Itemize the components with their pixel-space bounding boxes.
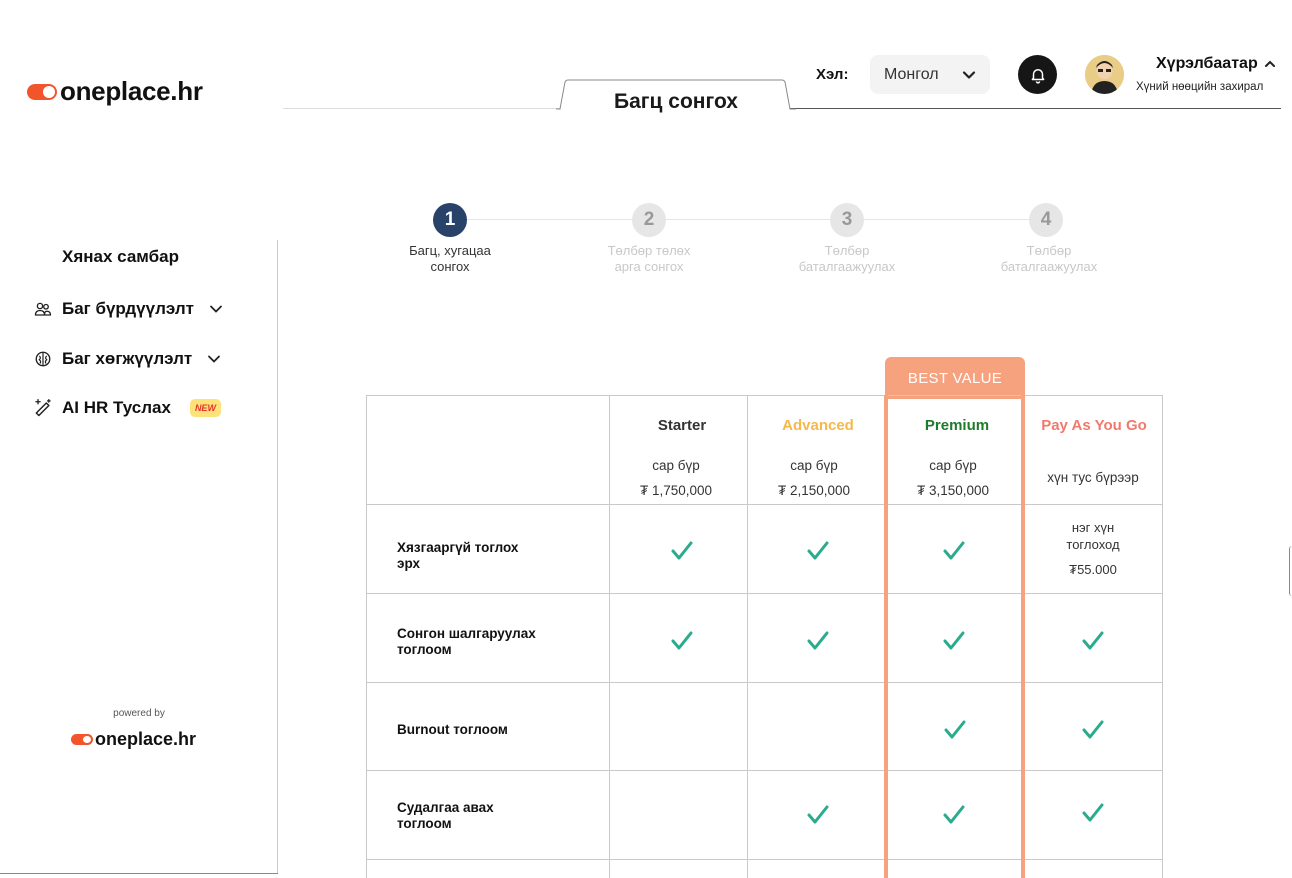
sidebar-item-team-development[interactable]: Баг хөгжүүлэлт — [33, 349, 221, 369]
step-3-label: Төлбөр баталгаажуулах — [772, 243, 922, 275]
plan-price: ₮ 3,150,000 — [916, 483, 990, 498]
chevron-down-icon — [208, 355, 221, 363]
feature-label: Сонгон шалгаруулах тоглоом — [397, 626, 536, 657]
sidebar-item-team-building[interactable]: Баг бүрдүүлэлт — [33, 299, 223, 319]
table-row-divider — [366, 593, 1163, 594]
plan-period: хүн тус бүрээр — [1047, 470, 1139, 485]
feature-label: Burnout тоглоом — [397, 722, 508, 737]
footer-logo-text: oneplace.hr — [95, 729, 197, 749]
check-icon — [807, 631, 829, 650]
footer-logo: oneplace.hr — [71, 729, 196, 750]
plan-name: Pay As You Go — [1041, 417, 1147, 434]
sidebar-item-label: Баг бүрдүүлэлт — [62, 299, 194, 318]
best-value-badge: BEST VALUE — [885, 357, 1025, 399]
user-menu-toggle[interactable]: Хүрэлбаатар — [1156, 55, 1276, 73]
step-label-line: Төлбөр төлөх — [607, 243, 691, 258]
chevron-down-icon — [962, 70, 976, 79]
step-label-line: Төлбөр — [1026, 243, 1072, 258]
rate-text-line: тоглоход — [1066, 537, 1120, 552]
header-divider-right — [790, 108, 1281, 109]
step-2-label: Төлбөр төлөх арга сонгох — [574, 243, 724, 275]
feature-label: Хязгааргүй тоглох эрх — [397, 540, 519, 571]
check-icon — [1082, 803, 1104, 822]
step-4-label: Төлбөр баталгаажуулах — [974, 243, 1124, 275]
step-4-circle[interactable]: 4 — [1029, 203, 1063, 237]
step-3-circle[interactable]: 3 — [830, 203, 864, 237]
plan-period: сар бүр — [790, 458, 838, 473]
plan-price: ₮ 1,750,000 — [639, 483, 713, 498]
sidebar-item-label: Баг хөгжүүлэлт — [62, 349, 193, 368]
page-title: Багц сонгох — [614, 90, 738, 113]
logo-toggle-icon — [71, 734, 93, 745]
table-row-divider — [366, 682, 1163, 683]
logo-toggle-icon — [27, 83, 57, 100]
plan-name: Premium — [924, 417, 990, 434]
sidebar-divider — [277, 240, 278, 874]
notifications-button[interactable] — [1018, 55, 1057, 94]
avatar[interactable] — [1085, 55, 1124, 94]
bell-icon — [1031, 68, 1044, 84]
step-label-line: Төлбөр — [824, 243, 870, 258]
logo-text: oneplace.hr — [60, 76, 203, 106]
table-border-top — [366, 395, 1163, 396]
check-icon — [943, 805, 965, 824]
team-icon — [33, 299, 53, 319]
step-2-circle[interactable]: 2 — [632, 203, 666, 237]
plan-price: ₮ 2,150,000 — [777, 483, 851, 498]
step-label-line: арга сонгох — [614, 259, 684, 274]
stepper-connector — [666, 219, 830, 220]
step-label-line: сонгох — [430, 259, 470, 274]
rate-price: ₮55.000 — [1069, 562, 1117, 577]
step-1-circle[interactable]: 1 — [433, 203, 467, 237]
premium-highlight-border — [1021, 395, 1025, 878]
step-label-line: баталгаажуулах — [1000, 259, 1098, 274]
table-row-divider — [366, 770, 1163, 771]
sidebar-item-ai-hr-assistant[interactable]: AI HR Туслах NEW — [33, 398, 221, 418]
brain-icon — [33, 349, 53, 369]
check-icon — [671, 631, 693, 650]
stepper-connector — [467, 219, 632, 220]
check-icon — [944, 720, 966, 739]
user-avatar-image — [1085, 55, 1124, 94]
sidebar-item-dashboard[interactable]: Хянах самбар — [62, 247, 179, 267]
step-label-line: баталгаажуулах — [798, 259, 896, 274]
check-icon — [943, 541, 965, 560]
feature-label: Судалгаа авах тоглоом — [397, 800, 494, 831]
pricing-table: Starter сар бүр ₮ 1,750,000 Advanced сар… — [366, 395, 1163, 878]
rate-text-line: нэг хүн — [1071, 520, 1115, 535]
plan-name: Advanced — [782, 417, 854, 434]
check-icon — [943, 631, 965, 650]
language-value: Монгол — [884, 65, 939, 83]
check-icon — [807, 805, 829, 824]
plan-name: Starter — [657, 417, 707, 434]
magic-wand-icon — [33, 398, 53, 418]
table-border-left — [366, 395, 367, 878]
pay-as-you-go-rate: нэг хүн тоглоход ₮55.000 — [1025, 519, 1161, 578]
table-row-divider — [366, 504, 1163, 505]
user-role: Хүний нөөцийн захирал — [1136, 81, 1264, 93]
plan-period: сар бүр — [929, 458, 977, 473]
chevron-down-icon — [210, 305, 222, 313]
check-icon — [1082, 720, 1104, 739]
plan-period: сар бүр — [652, 458, 700, 473]
check-icon — [807, 541, 829, 560]
check-icon — [671, 541, 693, 560]
language-select[interactable]: Монгол — [870, 55, 990, 94]
stepper-connector — [864, 219, 1029, 220]
language-label: Хэл: — [816, 66, 849, 83]
table-border-right — [1162, 395, 1163, 878]
table-row-divider — [366, 859, 1163, 860]
sidebar-bottom-border — [0, 873, 278, 874]
powered-by-label: powered by — [113, 708, 165, 719]
premium-highlight-border — [884, 395, 888, 878]
step-1-label: Багц, хугацаа сонгох — [375, 243, 525, 275]
step-label-line: Багц, хугацаа — [409, 243, 491, 258]
chevron-up-icon — [1264, 60, 1275, 67]
user-name: Хүрэлбаатар — [1156, 55, 1258, 72]
new-badge: NEW — [189, 399, 221, 417]
sidebar-item-label: AI HR Туслах — [62, 398, 171, 417]
check-icon — [1082, 631, 1104, 650]
brand-logo[interactable]: oneplace.hr — [27, 76, 203, 107]
